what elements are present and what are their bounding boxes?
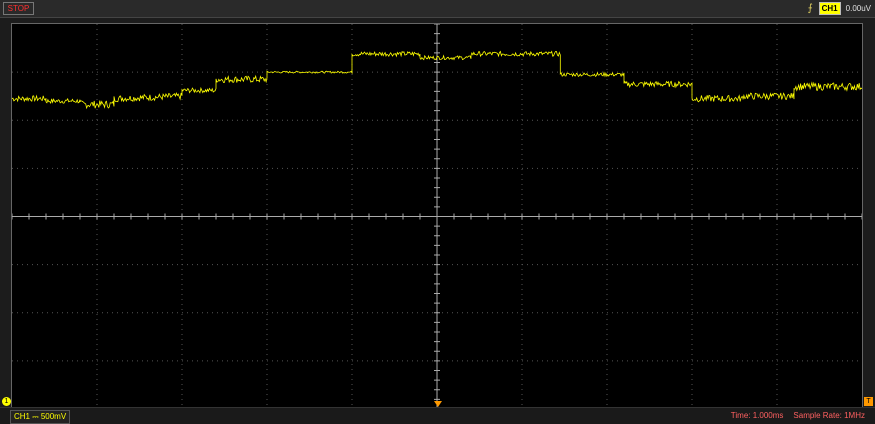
trigger-status: ⨍ CH1 0.00uV	[808, 2, 871, 15]
scope-display[interactable]	[11, 23, 863, 410]
top-toolbar: STOP ⨍ CH1 0.00uV	[0, 0, 875, 18]
trigger-level-value: 0.00uV	[845, 3, 871, 13]
status-bar: CH1 ⎓ 500mV Time: 1.000ms Sample Rate: 1…	[0, 407, 875, 424]
sample-rate-value: Sample Rate: 1MHz	[793, 411, 865, 420]
trigger-level-marker-icon[interactable]: T	[864, 397, 873, 406]
waveform-plot	[12, 24, 862, 409]
trigger-edge-icon[interactable]: ⨍	[808, 3, 816, 15]
channel-scale[interactable]: CH1 ⎓ 500mV	[10, 410, 71, 424]
acquisition-info: Time: 1.000ms Sample Rate: 1MHz	[731, 410, 865, 422]
grid	[12, 24, 862, 409]
timebase-value[interactable]: Time: 1.000ms	[731, 410, 784, 422]
channel-marker-icon[interactable]: 1	[2, 397, 11, 406]
trigger-source-badge[interactable]: CH1	[818, 2, 841, 15]
stop-button[interactable]: STOP	[3, 2, 34, 15]
